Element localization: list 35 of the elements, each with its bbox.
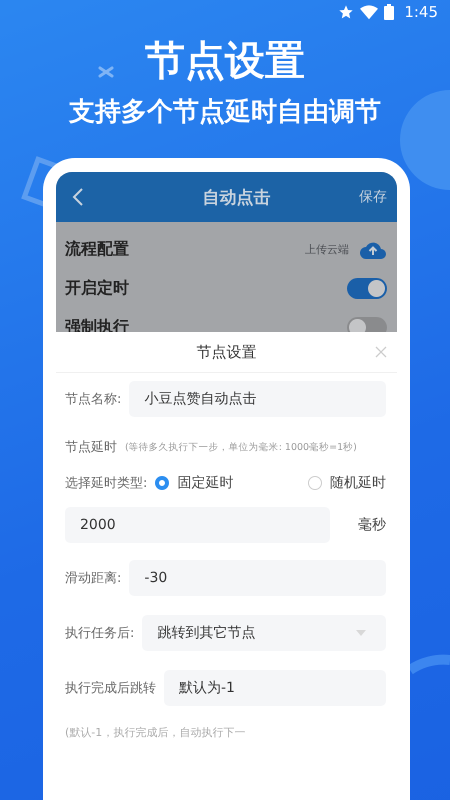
setting-label: 开启定时 [65, 278, 129, 299]
option-label[interactable]: 固定延时 [177, 474, 234, 492]
screen-title: 自动点击 [202, 186, 270, 208]
caret-icon [356, 630, 366, 636]
radio-button[interactable] [155, 476, 170, 490]
dropdown[interactable]: 跳转到其它节点 [142, 615, 386, 651]
save-button[interactable]: 保存 [359, 188, 387, 206]
field-label: 滑动距离: [65, 570, 122, 587]
input-field[interactable]: 2000 [65, 507, 330, 543]
input-field[interactable]: 默认为-1 [164, 670, 386, 706]
field-label: 执行任务后: [65, 625, 134, 642]
field-label: 节点名称: [65, 391, 122, 408]
hint-text: (等待多久执行下一步，单位为毫米: 1000毫秒=1秒) [125, 440, 357, 454]
input-field[interactable]: -30 [129, 560, 386, 596]
toggle-switch[interactable] [347, 278, 387, 299]
battery-icon [384, 4, 394, 20]
wifi-icon [360, 4, 378, 20]
radio-button[interactable] [308, 476, 322, 490]
field-label: 执行完成后跳转 [65, 680, 156, 697]
star-icon [338, 4, 354, 20]
cloud-upload-icon[interactable] [359, 240, 387, 260]
hint-text: (默认-1，执行完成后，自动执行下一 [65, 725, 246, 740]
sheet-title: 节点设置 [196, 342, 256, 362]
background-arc [407, 654, 450, 674]
status-time: 1:45 [404, 3, 438, 21]
back-icon[interactable] [72, 187, 84, 207]
setting-label: 流程配置 [65, 239, 129, 260]
subheadline: 支持多个节点延时自由调节 [69, 96, 381, 129]
input-field[interactable]: 小豆点赞自动点击 [129, 381, 386, 417]
field-label: 节点延时 [65, 439, 117, 456]
option-label[interactable]: 随机延时 [330, 474, 386, 492]
headline: 节点设置 [145, 37, 305, 86]
unit-label: 毫秒 [358, 516, 386, 534]
field-label: 选择延时类型: [65, 475, 148, 492]
cross-mark [98, 66, 114, 78]
